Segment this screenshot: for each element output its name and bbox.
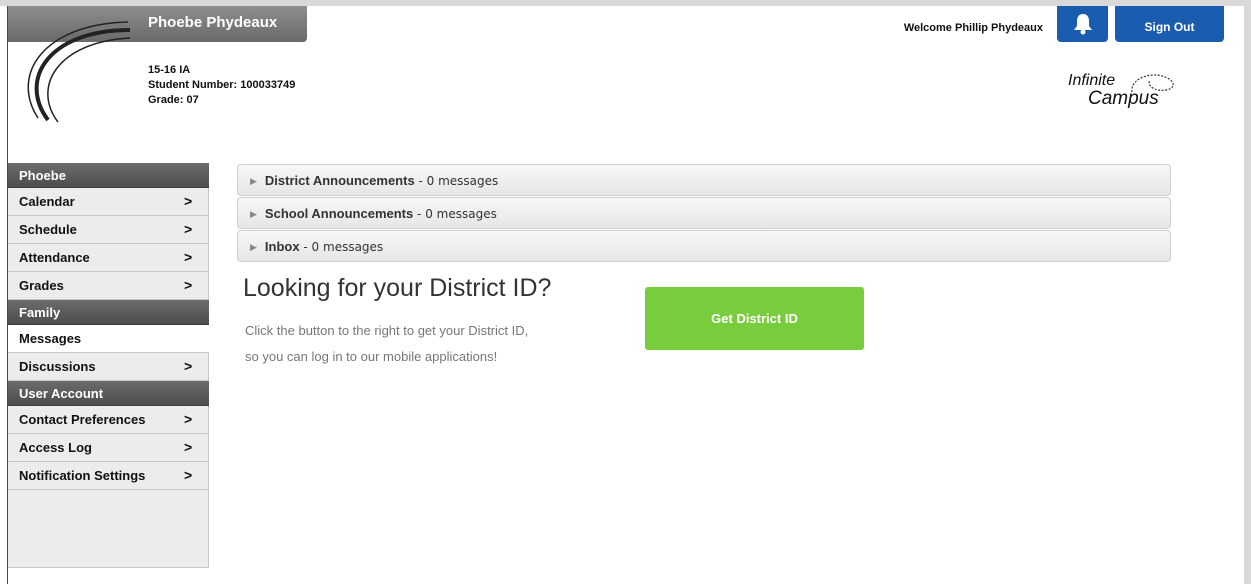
logo-swirl-icon: [1131, 74, 1174, 93]
panel-count: - 0 messages: [414, 174, 499, 188]
sidebar-item-label: Discussions: [19, 359, 96, 374]
sign-out-button[interactable]: Sign Out: [1115, 6, 1224, 42]
panel-title: Inbox: [264, 239, 300, 254]
sidebar-item-notification-settings[interactable]: Notification Settings >: [8, 462, 209, 490]
welcome-text: Welcome Phillip Phydeaux: [903, 22, 1043, 34]
student-number: Student Number: 100033749: [148, 79, 296, 91]
expand-triangle-icon: ▶: [250, 209, 257, 219]
expand-triangle-icon: ▶: [250, 242, 257, 252]
chevron-right-icon: >: [184, 221, 193, 237]
school-year: 15-16 IA: [148, 64, 191, 76]
district-announcements-panel[interactable]: ▶ District Announcements - 0 messages: [237, 164, 1171, 196]
panel-count: - 0 messages: [299, 240, 384, 254]
sidebar-item-label: Messages: [19, 331, 82, 346]
sidebar-item-access-log[interactable]: Access Log >: [8, 434, 209, 462]
bell-icon: [1074, 14, 1092, 35]
expand-triangle-icon: ▶: [250, 176, 257, 186]
sidebar-item-label: Schedule: [19, 222, 77, 237]
sidebar-item-label: Grades: [19, 278, 64, 293]
school-announcements-panel[interactable]: ▶ School Announcements - 0 messages: [237, 197, 1171, 229]
district-id-description: Click the button to the right to get you…: [245, 318, 528, 370]
sidebar-section-user-account: User Account: [8, 381, 209, 406]
sidebar-item-label: Calendar: [19, 194, 75, 209]
chevron-right-icon: >: [184, 193, 193, 209]
sidebar-item-attendance[interactable]: Attendance >: [8, 244, 209, 272]
right-border: [1244, 0, 1251, 584]
student-info: 15-16 IA Student Number: 100033749 Grade…: [148, 63, 295, 108]
chevron-right-icon: >: [184, 249, 193, 265]
chevron-right-icon: >: [184, 439, 193, 455]
sidebar-item-label: Attendance: [19, 250, 90, 265]
panel-count: - 0 messages: [413, 207, 497, 221]
sidebar-nav: Phoebe Calendar > Schedule > Attendance …: [8, 163, 209, 568]
infinite-campus-logo: Infinite Campus: [1062, 70, 1182, 115]
get-district-id-button[interactable]: Get District ID: [645, 287, 864, 350]
chevron-right-icon: >: [184, 411, 193, 427]
notifications-button[interactable]: [1057, 6, 1108, 42]
sidebar-section-phoebe: Phoebe: [8, 163, 209, 188]
sidebar-item-messages[interactable]: Messages: [8, 325, 209, 353]
campus-arc-logo: [27, 21, 131, 123]
district-id-line1: Click the button to the right to get you…: [245, 323, 529, 338]
inbox-panel[interactable]: ▶ Inbox - 0 messages: [237, 230, 1171, 262]
district-id-heading: Looking for your District ID?: [243, 274, 552, 302]
sidebar-item-schedule[interactable]: Schedule >: [8, 216, 209, 244]
panel-title: District Announcements: [264, 173, 415, 188]
chevron-right-icon: >: [184, 467, 193, 483]
chevron-right-icon: >: [184, 277, 193, 293]
sidebar-item-label: Access Log: [19, 440, 92, 455]
sidebar-item-label: Contact Preferences: [19, 412, 146, 427]
chevron-right-icon: >: [184, 358, 193, 374]
sidebar-footer: [8, 490, 209, 568]
sidebar-item-calendar[interactable]: Calendar >: [8, 188, 209, 216]
sidebar-section-family: Family: [8, 300, 209, 325]
panel-title: School Announcements: [264, 206, 414, 221]
sidebar-item-grades[interactable]: Grades >: [8, 272, 209, 300]
sidebar-item-contact-preferences[interactable]: Contact Preferences >: [8, 406, 209, 434]
sidebar-item-discussions[interactable]: Discussions >: [8, 353, 209, 381]
student-name: Phoebe Phydeaux: [148, 14, 278, 31]
student-grade: Grade: 07: [148, 94, 199, 106]
district-id-line2: so you can log in to our mobile applicat…: [245, 349, 498, 364]
sidebar-item-label: Notification Settings: [19, 468, 146, 483]
